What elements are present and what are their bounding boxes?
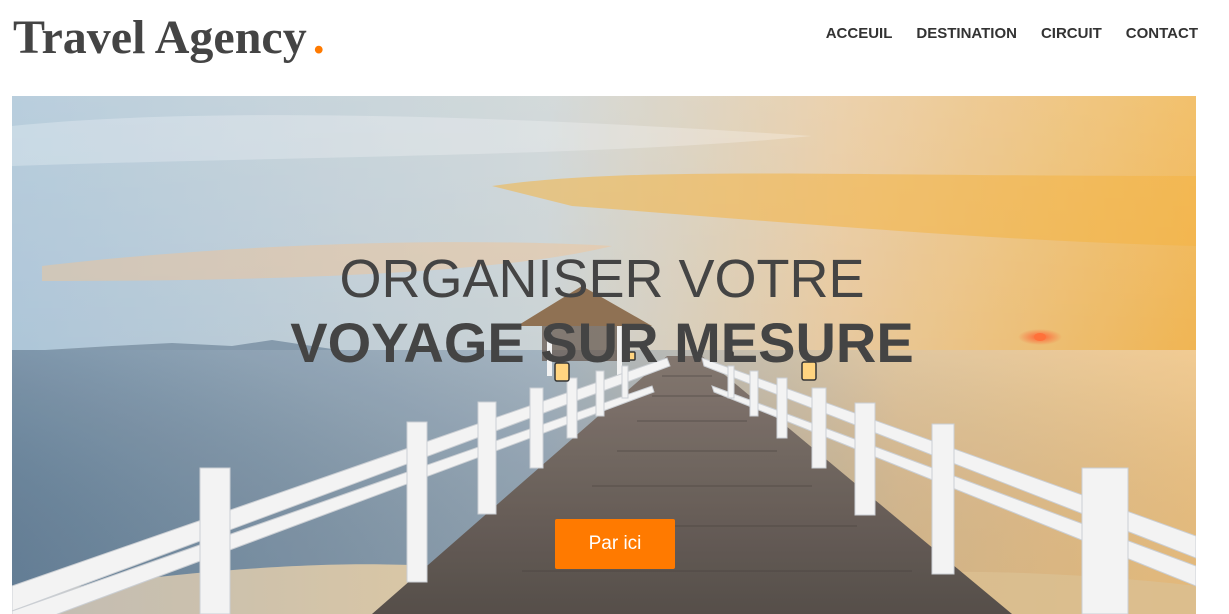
hero-headline-line1: ORGANISER VOTRE: [339, 249, 865, 309]
nav-item-acceuil[interactable]: ACCEUIL: [826, 24, 893, 44]
main-nav: ACCEUIL DESTINATION CIRCUIT CONTACT: [802, 24, 1198, 44]
nav-item-destination[interactable]: DESTINATION: [916, 24, 1017, 44]
logo-dot: .: [312, 11, 325, 64]
logo-text: Travel Agency: [13, 11, 307, 64]
site-logo[interactable]: Travel Agency.: [13, 8, 325, 68]
nav-item-contact[interactable]: CONTACT: [1126, 24, 1198, 44]
nav-item-circuit[interactable]: CIRCUIT: [1041, 24, 1102, 44]
page: Travel Agency. ACCEUIL DESTINATION CIRCU…: [0, 0, 1229, 614]
hero-headline-line2: VOYAGE SUR MESURE: [290, 311, 914, 374]
cta-button[interactable]: Par ici: [555, 519, 675, 569]
